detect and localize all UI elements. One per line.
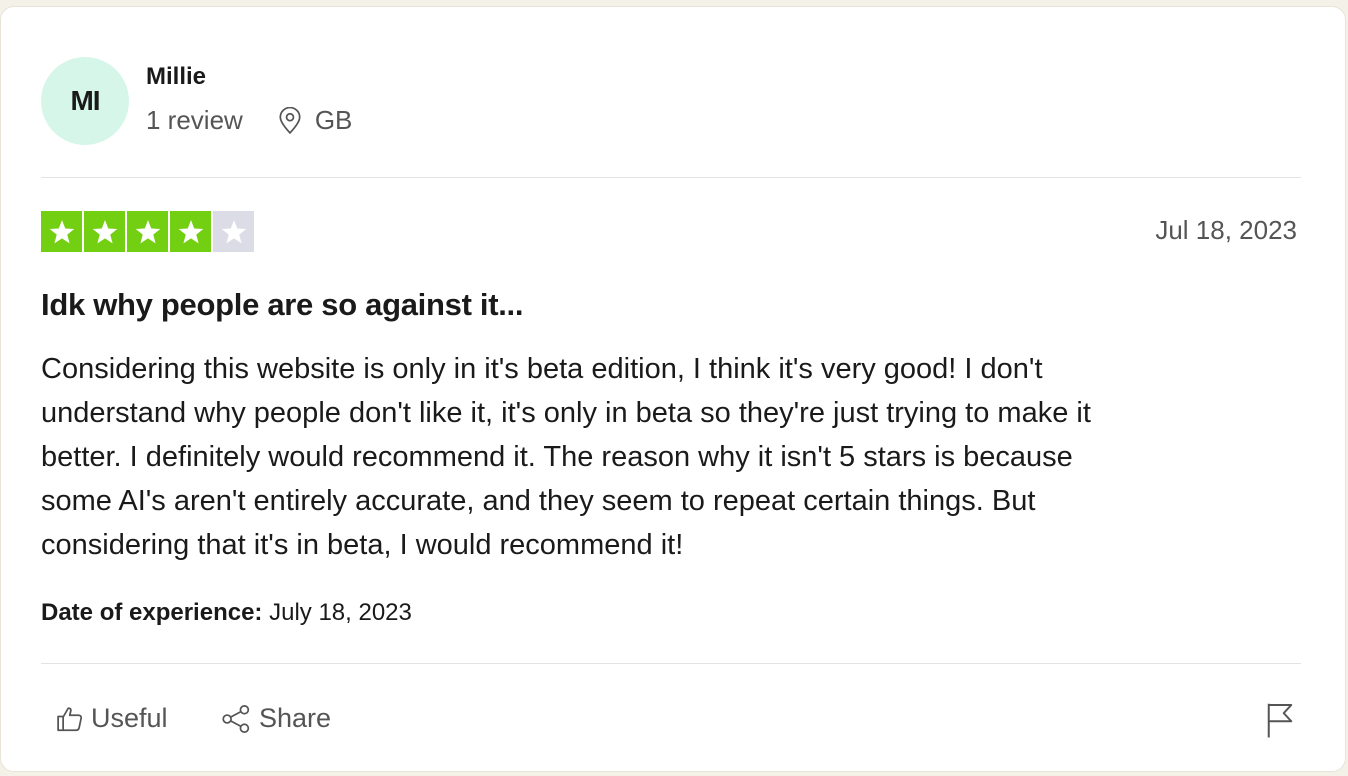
flag-icon[interactable] <box>1265 701 1295 739</box>
star-filled <box>84 211 125 252</box>
consumer-name[interactable]: Millie <box>146 63 206 91</box>
review-body-line: considering that it's in beta, I would r… <box>41 529 684 561</box>
review-count: 1 review <box>146 105 243 135</box>
share-button[interactable]: Share <box>221 703 331 734</box>
date-of-experience: Date of experience: July 18, 2023 <box>41 599 412 627</box>
star-icon <box>92 219 117 243</box>
divider <box>41 663 1301 664</box>
review-body-line: Considering this website is only in it's… <box>41 353 1043 385</box>
star-rating <box>41 211 254 252</box>
review-body: Considering this website is only in it's… <box>41 347 1301 567</box>
share-label: Share <box>259 703 332 733</box>
star-icon <box>221 219 246 243</box>
star-empty <box>213 211 254 252</box>
review-card: MI Millie 1 review GB Jul 18, 2023 Idk w… <box>0 6 1346 772</box>
useful-button[interactable]: Useful <box>55 703 168 734</box>
review-body-line: better. I definitely would recommend it.… <box>41 441 1073 473</box>
review-title[interactable]: Idk why people are so against it... <box>41 287 523 323</box>
consumer-meta: 1 review GB <box>146 105 352 136</box>
star-filled <box>41 211 82 252</box>
review-body-line: understand why people don't like it, it'… <box>41 397 1091 429</box>
star-filled <box>127 211 168 252</box>
review-date: Jul 18, 2023 <box>1155 215 1297 245</box>
share-icon <box>222 704 250 733</box>
avatar-initials: MI <box>70 85 100 116</box>
location-pin-icon <box>279 106 301 134</box>
experience-date: July 18, 2023 <box>269 599 412 626</box>
useful-label: Useful <box>91 703 168 733</box>
divider <box>41 177 1301 178</box>
star-filled <box>170 211 211 252</box>
thumbs-up-icon <box>57 706 83 731</box>
review-body-line: some AI's aren't entirely accurate, and … <box>41 485 1036 517</box>
experience-label: Date of experience: <box>41 599 263 626</box>
consumer-country: GB <box>314 105 353 135</box>
avatar[interactable]: MI <box>41 57 129 145</box>
star-icon <box>135 219 160 243</box>
star-icon <box>49 219 74 243</box>
star-icon <box>178 219 203 243</box>
